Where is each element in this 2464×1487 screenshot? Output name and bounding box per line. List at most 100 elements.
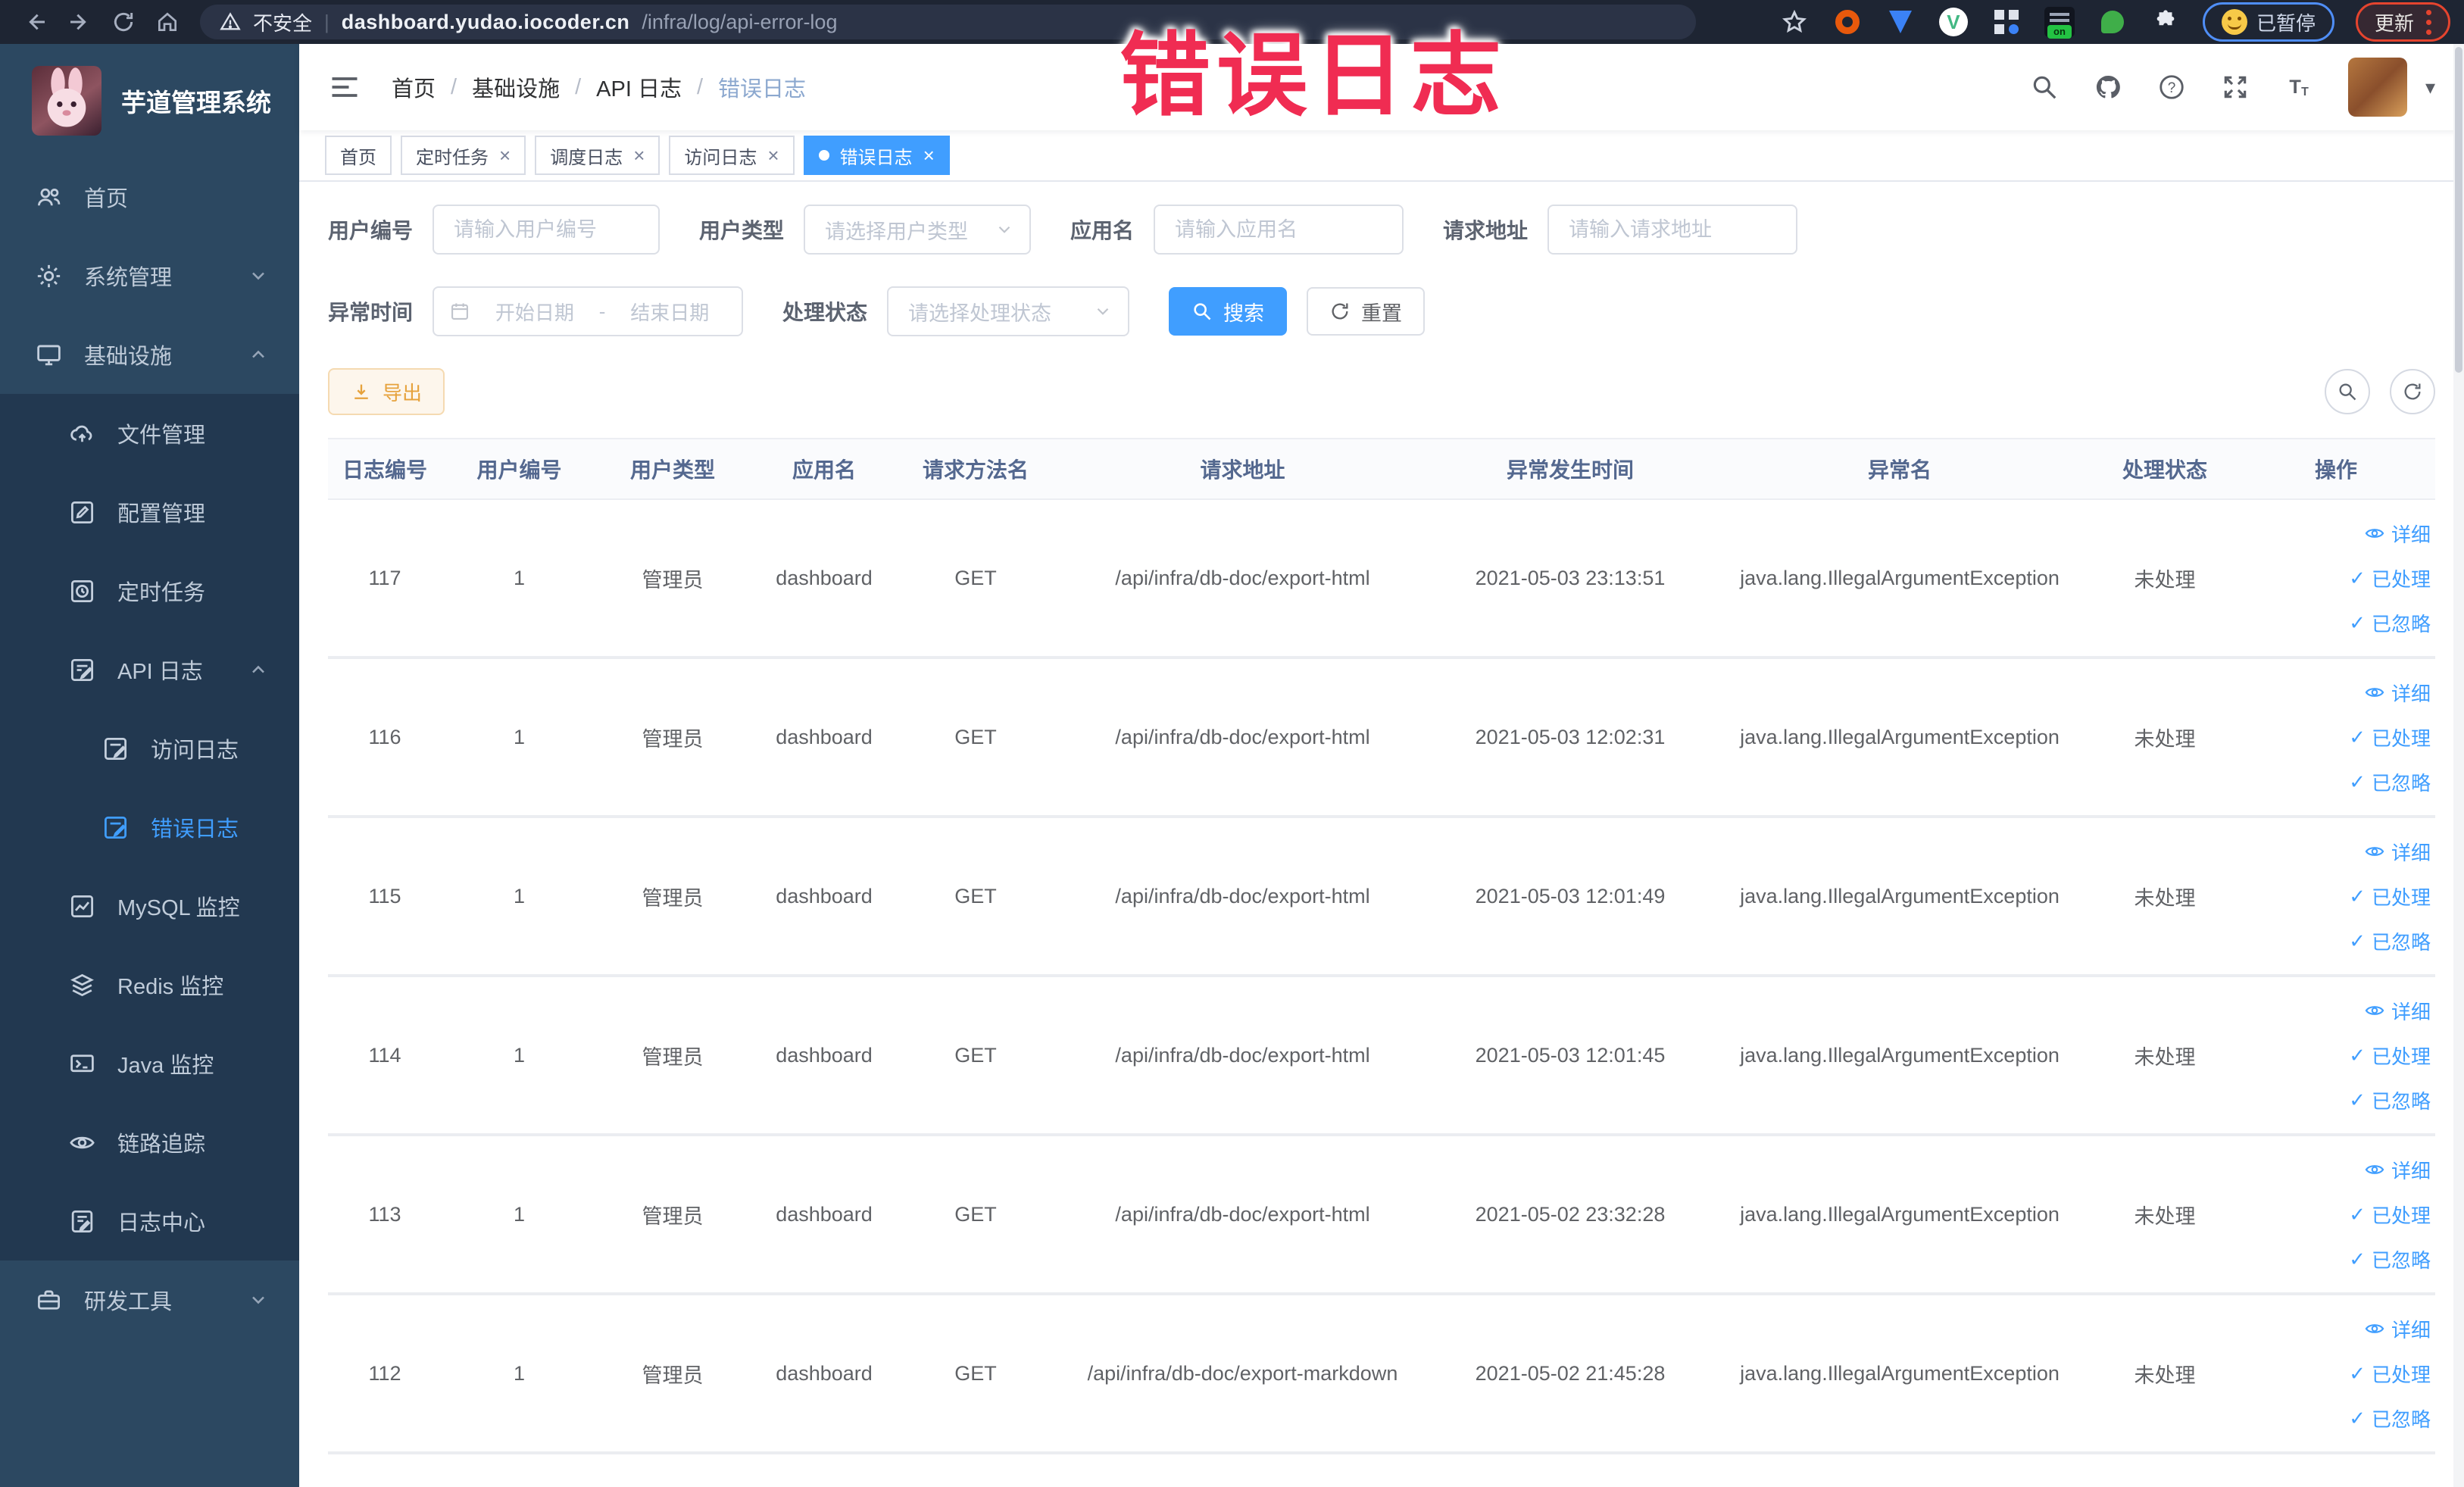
mark-processed-link[interactable]: ✓ 已处理 bbox=[2349, 1360, 2431, 1388]
export-button[interactable]: 导出 bbox=[328, 368, 445, 415]
close-icon[interactable]: × bbox=[633, 145, 645, 165]
date-end-placeholder: 结束日期 bbox=[630, 301, 710, 324]
fullscreen-icon[interactable] bbox=[2221, 73, 2250, 102]
detail-link[interactable]: 详细 bbox=[2364, 1315, 2431, 1343]
reload-icon[interactable] bbox=[101, 4, 145, 40]
close-icon[interactable]: × bbox=[923, 145, 935, 165]
detail-link[interactable]: 详细 bbox=[2364, 838, 2431, 866]
mark-ignored-link[interactable]: ✓ 已忽略 bbox=[2349, 609, 2431, 637]
search-icon[interactable] bbox=[2030, 73, 2059, 102]
mark-ignored-link[interactable]: ✓ 已忽略 bbox=[2349, 1404, 2431, 1432]
font-size-icon[interactable]: TT bbox=[2284, 73, 2313, 102]
sidebar-item-home[interactable]: 首页 bbox=[0, 158, 299, 236]
paused-chip[interactable]: 已暂停 bbox=[2202, 2, 2334, 42]
extension-orange-icon[interactable] bbox=[1832, 6, 1863, 38]
update-button[interactable]: 更新 bbox=[2355, 2, 2450, 42]
help-icon[interactable]: ? bbox=[2157, 73, 2186, 102]
extension-on-icon[interactable]: on bbox=[2044, 6, 2075, 39]
date-start-placeholder: 开始日期 bbox=[495, 301, 574, 324]
extension-grid-icon[interactable] bbox=[1991, 6, 2022, 38]
mark-processed-link[interactable]: ✓ 已处理 bbox=[2349, 1042, 2431, 1070]
sidebar-item-label: API 日志 bbox=[117, 660, 203, 684]
detail-link[interactable]: 详细 bbox=[2364, 520, 2431, 548]
extensions-puzzle-icon[interactable] bbox=[2150, 6, 2181, 38]
mark-processed-link[interactable]: ✓ 已处理 bbox=[2349, 1201, 2431, 1229]
cell-exception-time: 2021-05-02 23:32:28 bbox=[1475, 1202, 1666, 1226]
breadcrumb-home[interactable]: 首页 bbox=[392, 71, 436, 103]
cell-log-id: 117 bbox=[368, 566, 401, 589]
mark-processed-link[interactable]: ✓ 已处理 bbox=[2349, 723, 2431, 751]
cell-actions: 详细 ✓ 已处理 ✓ 已忽略 bbox=[2237, 1156, 2435, 1273]
detail-link[interactable]: 详细 bbox=[2364, 1156, 2431, 1184]
refresh-table-button[interactable] bbox=[2390, 369, 2435, 414]
back-icon[interactable] bbox=[14, 4, 58, 40]
close-icon[interactable]: × bbox=[767, 145, 779, 165]
mark-ignored-link[interactable]: ✓ 已忽略 bbox=[2349, 768, 2431, 796]
sidebar-item-api-log[interactable]: API 日志 bbox=[0, 630, 299, 709]
tab-access-log[interactable]: 访问日志 × bbox=[669, 136, 795, 175]
close-icon[interactable]: × bbox=[499, 145, 511, 165]
process-status-select[interactable]: 请选择处理状态 bbox=[887, 286, 1130, 336]
sidebar-item-access-log[interactable]: 访问日志 bbox=[0, 709, 299, 788]
table-toolbar: 导出 bbox=[328, 368, 2435, 415]
extension-shield-icon[interactable] bbox=[1885, 6, 1916, 38]
sidebar-item-tracing[interactable]: 链路追踪 bbox=[0, 1103, 299, 1182]
hamburger-icon[interactable] bbox=[328, 70, 361, 104]
extension-vue-icon[interactable]: V bbox=[1938, 6, 1969, 38]
app-logo[interactable]: 芋道管理系统 bbox=[0, 44, 299, 158]
sidebar-item-config-manage[interactable]: 配置管理 bbox=[0, 473, 299, 551]
user-avatar[interactable] bbox=[2347, 58, 2407, 117]
mark-ignored-link[interactable]: ✓ 已忽略 bbox=[2349, 1245, 2431, 1273]
date-range-picker[interactable]: 开始日期 - 结束日期 bbox=[433, 286, 744, 336]
mark-ignored-link[interactable]: ✓ 已忽略 bbox=[2349, 927, 2431, 955]
app-name-input[interactable] bbox=[1154, 205, 1404, 255]
cell-exception-time: 2021-05-03 12:02:31 bbox=[1475, 725, 1666, 748]
tab-scheduled-jobs[interactable]: 定时任务 × bbox=[401, 136, 526, 175]
navbar-actions: ? TT ▾ bbox=[2030, 58, 2435, 117]
sidebar-item-mysql-monitor[interactable]: MySQL 监控 bbox=[0, 867, 299, 945]
request-url-input[interactable] bbox=[1547, 205, 1798, 255]
calendar-icon bbox=[451, 303, 468, 320]
search-button[interactable]: 搜索 bbox=[1169, 287, 1288, 336]
detail-link[interactable]: 详细 bbox=[2364, 679, 2431, 707]
breadcrumb-api-log[interactable]: API 日志 bbox=[596, 71, 682, 103]
sidebar-item-infra[interactable]: 基础设施 bbox=[0, 315, 299, 394]
sidebar-item-label: 研发工具 bbox=[84, 1290, 173, 1314]
github-icon[interactable] bbox=[2094, 73, 2122, 102]
mark-ignored-link[interactable]: ✓ 已忽略 bbox=[2349, 1086, 2431, 1114]
mark-processed-link[interactable]: ✓ 已处理 bbox=[2349, 564, 2431, 592]
tab-home[interactable]: 首页 bbox=[325, 136, 392, 175]
tab-error-log[interactable]: 错误日志 × bbox=[803, 136, 950, 175]
avatar-caret-icon[interactable]: ▾ bbox=[2425, 76, 2435, 99]
sidebar-item-redis-monitor[interactable]: Redis 监控 bbox=[0, 945, 299, 1024]
address-bar[interactable]: 不安全 | dashboard.yudao.iocoder.cn/infra/l… bbox=[200, 5, 1696, 39]
sidebar-item-java-monitor[interactable]: Java 监控 bbox=[0, 1024, 299, 1103]
mark-processed-link[interactable]: ✓ 已处理 bbox=[2349, 883, 2431, 911]
log-edit-icon bbox=[105, 737, 126, 760]
sidebar-item-file-manage[interactable]: 文件管理 bbox=[0, 394, 299, 473]
reset-button[interactable]: 重置 bbox=[1307, 287, 1426, 336]
extension-sprout-icon[interactable] bbox=[2097, 6, 2128, 38]
scrollbar-thumb[interactable] bbox=[2455, 47, 2462, 373]
sidebar-item-error-log[interactable]: 错误日志 bbox=[0, 788, 299, 867]
sidebar-item-dev-tools[interactable]: 研发工具 bbox=[0, 1261, 299, 1339]
scrollbar[interactable] bbox=[2453, 44, 2464, 1487]
tab-schedule-log[interactable]: 调度日志 × bbox=[535, 136, 661, 175]
cell-user-id: 1 bbox=[513, 725, 526, 748]
sidebar-item-log-center[interactable]: 日志中心 bbox=[0, 1182, 299, 1261]
breadcrumb-infra[interactable]: 基础设施 bbox=[472, 71, 560, 103]
home-icon[interactable] bbox=[145, 4, 189, 40]
sidebar-item-scheduled-jobs[interactable]: 定时任务 bbox=[0, 551, 299, 630]
user-type-select[interactable]: 请选择用户类型 bbox=[804, 205, 1032, 255]
toggle-search-button[interactable] bbox=[2325, 369, 2370, 414]
sidebar-item-system[interactable]: 系统管理 bbox=[0, 236, 299, 315]
user-id-input[interactable] bbox=[433, 205, 661, 255]
update-label: 更新 bbox=[2374, 11, 2414, 35]
table-row: 112 1 管理员 dashboard GET /api/infra/db-do… bbox=[328, 1295, 2435, 1454]
action-label: 详细 bbox=[2391, 1000, 2431, 1023]
detail-link[interactable]: 详细 bbox=[2364, 997, 2431, 1025]
forward-icon[interactable] bbox=[58, 4, 101, 40]
bookmark-star-icon[interactable] bbox=[1779, 6, 1810, 38]
cell-log-id: 116 bbox=[368, 725, 401, 748]
kebab-menu-icon[interactable] bbox=[2426, 9, 2431, 35]
